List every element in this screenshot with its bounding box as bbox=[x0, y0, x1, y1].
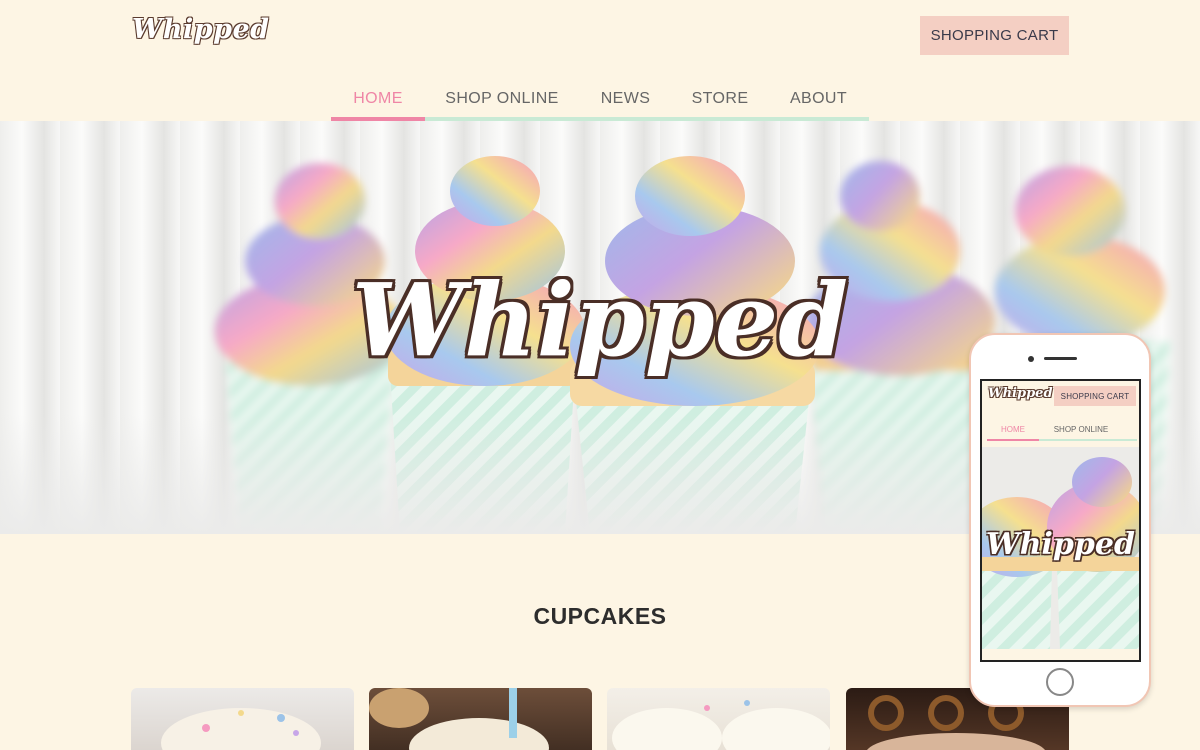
product-card[interactable] bbox=[607, 688, 830, 750]
phone-camera bbox=[1028, 356, 1034, 362]
mobile-nav-shop-online: SHOP ONLINE bbox=[1053, 424, 1109, 434]
site-header: Whipped SHOPPING CART HOME SHOP ONLINE N… bbox=[0, 0, 1200, 121]
product-image bbox=[369, 688, 549, 750]
mobile-hero: Whipped bbox=[982, 447, 1139, 649]
mobile-logo: Whipped bbox=[988, 386, 1053, 401]
main-nav: HOME SHOP ONLINE NEWS STORE ABOUT bbox=[331, 80, 869, 121]
nav-item-about[interactable]: ABOUT bbox=[768, 80, 869, 117]
product-image bbox=[612, 700, 830, 750]
site-logo[interactable]: Whipped bbox=[132, 14, 270, 45]
mobile-hero-title: Whipped bbox=[986, 527, 1135, 562]
product-image bbox=[161, 708, 321, 750]
phone-home-button bbox=[1046, 668, 1074, 696]
product-card[interactable] bbox=[369, 688, 592, 750]
mobile-nav: HOME SHOP ONLINE bbox=[987, 419, 1137, 441]
mobile-cart-button: SHOPPING CART bbox=[1054, 386, 1136, 406]
nav-item-home[interactable]: HOME bbox=[331, 80, 425, 121]
nav-item-news[interactable]: NEWS bbox=[579, 80, 672, 117]
mobile-preview-phone: Whipped SHOPPING CART HOME SHOP ONLINE W… bbox=[969, 333, 1151, 707]
phone-speaker bbox=[1044, 357, 1077, 360]
mobile-nav-home: HOME bbox=[987, 419, 1039, 441]
nav-item-shop-online[interactable]: SHOP ONLINE bbox=[425, 80, 579, 117]
phone-screen: Whipped SHOPPING CART HOME SHOP ONLINE W… bbox=[980, 379, 1141, 662]
nav-item-store[interactable]: STORE bbox=[672, 80, 768, 117]
shopping-cart-button[interactable]: SHOPPING CART bbox=[920, 16, 1069, 55]
product-card[interactable] bbox=[131, 688, 354, 750]
